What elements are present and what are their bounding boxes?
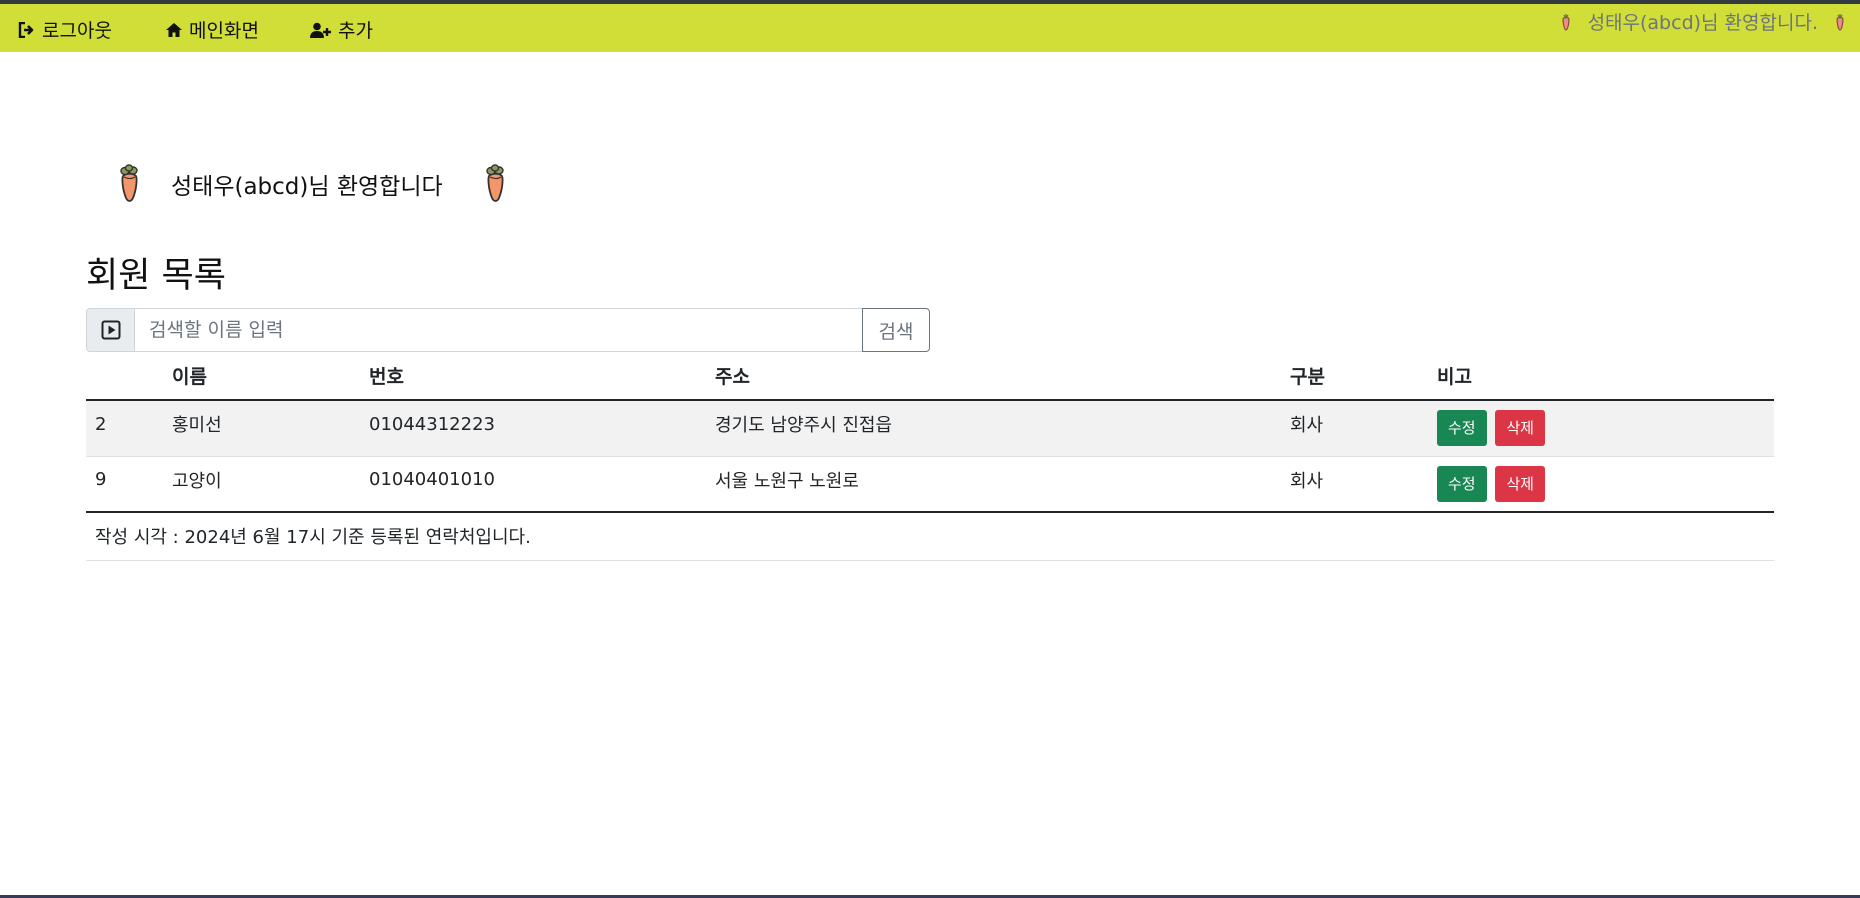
table-footer-row: 작성 시각 : 2024년 6월 17시 기준 등록된 연락처입니다. bbox=[86, 512, 1774, 561]
row-phone: 01044312223 bbox=[369, 413, 495, 435]
edit-button[interactable]: 수정 bbox=[1437, 465, 1487, 502]
column-header-name: 이름 bbox=[163, 352, 360, 401]
search-input[interactable] bbox=[135, 308, 862, 352]
row-type: 회사 bbox=[1290, 470, 1324, 492]
navbar-welcome-text: 성태우(abcd)님 환영합니다. bbox=[1587, 12, 1818, 34]
row-type: 회사 bbox=[1290, 415, 1324, 437]
carrot-icon bbox=[485, 164, 504, 202]
home-link[interactable]: 메인화면 bbox=[165, 16, 259, 43]
add-link[interactable]: 추가 bbox=[310, 16, 373, 43]
home-label: 메인화면 bbox=[189, 20, 259, 42]
carrot-icon bbox=[1836, 13, 1844, 31]
play-square-icon bbox=[101, 320, 120, 340]
row-phone: 01040401010 bbox=[369, 469, 495, 491]
row-name: 고양이 bbox=[172, 470, 222, 492]
welcome-banner: 성태우(abcd)님 환영합니다 bbox=[113, 164, 511, 204]
sign-out-icon bbox=[18, 21, 34, 38]
logout-link[interactable]: 로그아웃 bbox=[18, 16, 112, 43]
welcome-text: 성태우(abcd)님 환영합니다 bbox=[171, 174, 443, 200]
column-header-type: 구분 bbox=[1281, 352, 1428, 401]
home-icon bbox=[166, 22, 182, 37]
search-group: 검색 bbox=[86, 308, 930, 352]
edit-button[interactable]: 수정 bbox=[1437, 410, 1487, 447]
search-addon bbox=[86, 308, 135, 352]
table-row: 9 고양이 01040401010 서울 노원구 노원로 회사 수정 삭제 bbox=[86, 456, 1774, 512]
page-title: 회원 목록 bbox=[86, 256, 226, 296]
delete-button[interactable]: 삭제 bbox=[1495, 410, 1545, 447]
row-id: 2 bbox=[95, 413, 107, 435]
column-header-phone: 번호 bbox=[360, 352, 706, 401]
user-plus-icon bbox=[310, 22, 331, 38]
member-table: 이름 번호 주소 구분 비고 2 홍미선 01044312223 경기도 남양주… bbox=[86, 352, 1774, 561]
column-header-note: 비고 bbox=[1428, 352, 1774, 401]
delete-button[interactable]: 삭제 bbox=[1495, 465, 1545, 502]
navbar-welcome: 성태우(abcd)님 환영합니다. bbox=[1560, 8, 1846, 35]
row-address: 경기도 남양주시 진접읍 bbox=[715, 415, 893, 437]
row-id: 9 bbox=[95, 469, 107, 491]
add-label: 추가 bbox=[338, 20, 373, 42]
carrot-icon bbox=[1562, 13, 1570, 31]
row-address: 서울 노원구 노원로 bbox=[715, 470, 859, 492]
search-button[interactable]: 검색 bbox=[862, 308, 930, 352]
table-footer-text: 작성 시각 : 2024년 6월 17시 기준 등록된 연락처입니다. bbox=[86, 512, 1774, 561]
table-row: 2 홍미선 01044312223 경기도 남양주시 진접읍 회사 수정 삭제 bbox=[86, 400, 1774, 456]
top-navbar: 로그아웃 메인화면 추가 성태우(abcd)님 환영합니다. bbox=[0, 4, 1860, 52]
logout-label: 로그아웃 bbox=[42, 20, 112, 42]
row-name: 홍미선 bbox=[172, 415, 222, 437]
table-header-row: 이름 번호 주소 구분 비고 bbox=[86, 352, 1774, 401]
column-header-id bbox=[86, 352, 163, 401]
column-header-address: 주소 bbox=[706, 352, 1281, 401]
carrot-icon bbox=[120, 164, 138, 202]
